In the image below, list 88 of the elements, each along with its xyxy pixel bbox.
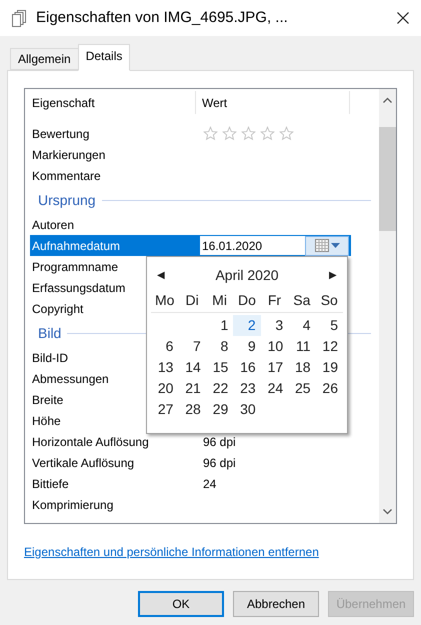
property-name: Bewertung [32,126,90,140]
tab[interactable]: Details [78,44,130,71]
scrollbar-thumb[interactable] [379,127,396,231]
property-row[interactable]: Horizontale Auflösung 96 dpi [30,431,351,452]
weekday-label: So [320,291,339,310]
calendar-icon [314,239,328,252]
window-title: Eigenschaften von IMG_4695.JPG, ... [36,8,289,28]
tab[interactable]: Allgemein [10,48,78,70]
dialog-button[interactable]: OK [138,591,224,617]
property-row[interactable]: Bittiefe 24 [30,473,351,494]
property-name: Horizontale Auflösung [32,434,149,448]
property-row[interactable]: Aufnahmedatum 16.01.2020 [30,235,351,256]
property-row[interactable]: Kommentare [30,165,351,186]
property-name: Höhe [32,414,61,428]
star-icon[interactable] [241,126,256,141]
scroll-down-icon[interactable] [383,509,392,515]
calendar-day[interactable]: 5 [316,315,343,336]
calendar-day[interactable]: 21 [178,378,206,399]
property-row[interactable]: Autoren [30,214,351,235]
month-title[interactable]: April 2020 [215,264,279,286]
calendar-day[interactable]: 15 [206,357,234,378]
group-header: Ursprung [38,190,96,210]
property-row[interactable]: Bewertung [30,123,351,144]
property-name: Aufnahmedatum [32,238,120,252]
calendar-day[interactable]: 17 [260,357,288,378]
calendar-day[interactable]: 13 [151,357,178,378]
calendar-day[interactable]: 10 [260,336,288,357]
property-row[interactable]: Vertikale Auflösung 96 dpi [30,452,351,473]
calendar-day[interactable]: 30 [233,399,261,420]
dialog-button[interactable]: Abbrechen [233,591,319,617]
star-icon[interactable] [260,126,275,141]
property-name: Komprimierung [32,498,114,512]
property-value: 24 [202,476,216,492]
calendar-day[interactable]: 28 [178,399,206,420]
weekday-label: Do [237,291,257,310]
calendar-day[interactable]: 7 [178,336,206,357]
property-value: 96 dpi [202,454,236,472]
next-month-button[interactable]: ▶ [328,268,337,282]
scroll-up-icon[interactable] [383,97,392,103]
close-icon[interactable] [397,12,409,24]
calendar-day[interactable]: 19 [316,357,343,378]
star-icon[interactable] [203,126,218,141]
star-icon[interactable] [222,126,237,141]
documents-icon [12,10,28,26]
calendar-day[interactable]: 23 [233,378,261,399]
property-row[interactable]: Markierungen [30,144,351,165]
calendar-day[interactable]: 24 [260,378,288,399]
property-name: Erfassungsdatum [32,280,126,294]
property-row[interactable]: Komprimierung [30,494,351,515]
weekday-label: Mi [211,291,228,310]
calendar-day[interactable]: 20 [151,378,178,399]
star-icon[interactable] [279,126,294,141]
calendar-day[interactable]: 27 [151,399,178,420]
property-name: Autoren [32,218,74,232]
calendar-day[interactable]: 25 [288,378,316,399]
calendar-day[interactable]: 11 [288,336,316,357]
calendar-dropdown-button[interactable] [305,236,349,256]
weekday-label: Mo [154,291,176,310]
scrollbar[interactable] [379,89,396,523]
calendar-day[interactable]: 2 [233,315,261,336]
calendar-day[interactable]: 12 [316,336,343,357]
column-header[interactable]: Wert [196,91,350,114]
calendar-day[interactable]: 3 [260,315,288,336]
property-name: Markierungen [32,148,106,162]
date-field[interactable]: 16.01.2020 [200,236,305,255]
calendar-day[interactable]: 9 [233,336,261,357]
property-name: Vertikale Auflösung [32,456,134,470]
calendar-day[interactable]: 29 [206,399,234,420]
calendar-day[interactable]: 8 [206,336,234,357]
calendar-day[interactable]: 4 [288,315,316,336]
remove-properties-link[interactable]: Eigenschaften und persönliche Informationen entfernen [24,543,319,561]
weekday-label: Di [184,291,200,310]
calendar-day[interactable]: 22 [206,378,234,399]
column-header[interactable]: Eigenschaft [25,91,196,114]
calendar-day[interactable]: 1 [206,315,234,336]
calendar-day[interactable]: 26 [316,378,343,399]
calendar-day[interactable]: 16 [233,357,261,378]
calendar-day[interactable]: 18 [288,357,316,378]
caret-icon [330,243,340,248]
weekday-label: Fr [266,291,282,310]
calendar-day[interactable]: 6 [151,336,178,357]
property-name: Kommentare [32,168,101,182]
previous-month-button[interactable]: ◀ [157,268,165,282]
weekday-label: Sa [292,291,312,310]
property-value: 96 dpi [202,434,236,450]
calendar-day[interactable]: 14 [178,357,206,378]
group-header: Bild [38,324,62,342]
property-name: Bittiefe [32,476,69,490]
